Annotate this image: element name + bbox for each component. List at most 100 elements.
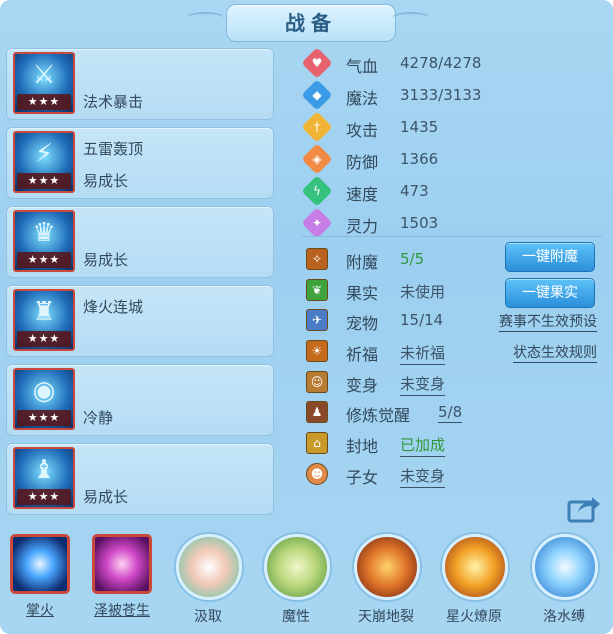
earthquake-icon <box>354 534 420 600</box>
bottom-skill-label: 汲取 <box>194 609 222 625</box>
skill-card[interactable]: ⚡ ★★★ 五雷轰顶 易成长 <box>6 127 274 199</box>
title-deco-right-icon <box>392 12 430 24</box>
skill-icon: ⚔ ★★★ <box>13 52 75 114</box>
bless-icon: ☀ <box>306 340 328 363</box>
row-value: 5/5 <box>400 250 425 268</box>
heart-icon: ♥ <box>301 47 333 79</box>
fruit-icon: ❦ <box>306 278 328 301</box>
row-label: 附魔 <box>346 253 379 272</box>
palm-fire-icon <box>10 534 70 594</box>
fief-icon: ⌂ <box>306 432 328 455</box>
stat-value: 473 <box>400 182 429 200</box>
skill-card[interactable]: ♛ ★★★ 易成长 <box>6 206 274 278</box>
bottom-skill-item[interactable]: 汲取 <box>176 534 242 626</box>
bottom-skill-item[interactable]: 洛水缚 <box>532 534 598 626</box>
skill-name: 五雷轰顶 <box>83 140 144 158</box>
row-label: 变身 <box>346 375 379 395</box>
stat-value: 3133/3133 <box>400 86 482 104</box>
bottom-skill-label: 魔性 <box>282 609 310 625</box>
row-value[interactable]: 已加成 <box>400 434 446 458</box>
shield-icon: ◈ <box>301 143 333 175</box>
bottom-skill-label: 天崩地裂 <box>358 609 414 625</box>
stat-hp: ♥ 气血 4278/4278 <box>301 47 602 80</box>
stat-value: 1503 <box>400 214 439 232</box>
star-rating: ★★★ <box>17 173 71 189</box>
row-value[interactable]: 未变身 <box>400 465 446 488</box>
row-label: 宠物 <box>346 314 379 334</box>
skill-name: 易成长 <box>83 172 129 190</box>
panel-title: 战备 <box>285 11 337 35</box>
awaken-icon: ♟ <box>306 401 328 424</box>
equipment-panel: 战备 ⚔ ★★★ 法术暴击 ⚡ ★★★ 五雷轰顶 易成长 ♛ ★★★ 易成长 ♜… <box>0 0 613 634</box>
skill-icon: ◉ ★★★ <box>13 368 75 430</box>
water-bind-icon <box>532 534 598 600</box>
event-preset-link[interactable]: 赛事不生效预设 <box>499 311 597 333</box>
bottom-skill-label: 掌火 <box>26 603 54 619</box>
bottom-skill-item[interactable]: 泽被苍生 <box>90 534 154 620</box>
stat-mp: ◆ 魔法 3133/3133 <box>301 79 602 112</box>
row-value[interactable]: 未变身 <box>400 373 446 396</box>
stat-defense: ◈ 防御 1366 <box>301 143 602 176</box>
row-transform: ☺ 变身 未变身 <box>302 367 607 398</box>
row-value: 15/14 <box>400 311 444 330</box>
skill-card[interactable]: ◉ ★★★ 冷静 <box>6 364 274 436</box>
spirit-icon: ✦ <box>301 207 333 239</box>
bottom-skill-item[interactable]: 星火燎原 <box>442 534 508 626</box>
stat-label: 灵力 <box>346 217 379 236</box>
stat-label: 气血 <box>346 57 379 76</box>
title-tab: 战备 <box>226 4 396 42</box>
skill-name: 易成长 <box>83 488 129 506</box>
speed-icon: ϟ <box>301 175 333 207</box>
stat-value: 1435 <box>400 118 439 136</box>
row-fruit: ❦ 果实 未使用 一键果实 <box>302 275 607 308</box>
skill-list: ⚔ ★★★ 法术暴击 ⚡ ★★★ 五雷轰顶 易成长 ♛ ★★★ 易成长 ♜ ★★… <box>6 48 274 522</box>
bottom-skill-label: 星火燎原 <box>446 609 502 625</box>
skill-icon: ♛ ★★★ <box>13 210 75 272</box>
row-fief: ⌂ 封地 已加成 <box>302 428 607 459</box>
bottom-skill-item[interactable]: 魔性 <box>264 534 330 626</box>
skill-card[interactable]: ♜ ★★★ 烽火连城 <box>6 285 274 357</box>
row-value[interactable]: 未祈福 <box>400 342 446 366</box>
skill-name: 易成长 <box>83 251 129 269</box>
child-icon: ☻ <box>306 462 328 485</box>
blessing-icon <box>92 534 152 594</box>
skill-card[interactable]: ⚔ ★★★ 法术暴击 <box>6 48 274 120</box>
skill-icon: ⚡ ★★★ <box>13 131 75 193</box>
skill-icon: ♜ ★★★ <box>13 289 75 351</box>
stat-label: 速度 <box>346 185 379 204</box>
star-rating: ★★★ <box>17 410 71 426</box>
star-rating: ★★★ <box>17 252 71 268</box>
star-rating: ★★★ <box>17 489 71 505</box>
title-deco-left-icon <box>186 12 224 24</box>
row-label: 祈福 <box>346 345 379 365</box>
stat-speed: ϟ 速度 473 <box>301 175 602 208</box>
row-value[interactable]: 5/8 <box>438 403 463 424</box>
absorb-icon <box>176 534 242 600</box>
row-label: 子女 <box>346 467 379 487</box>
pet-icon: ✈ <box>306 309 328 332</box>
share-icon[interactable] <box>566 492 602 524</box>
stat-label: 魔法 <box>346 89 379 108</box>
status-rules-link[interactable]: 状态生效规则 <box>513 342 597 364</box>
setting-list: ✧ 附魔 5/5 一键附魔 ❦ 果实 未使用 一键果实 ✈ 宠物 15/14 赛… <box>302 242 607 490</box>
bottom-skill-item[interactable]: 天崩地裂 <box>354 534 420 626</box>
stat-attack: † 攻击 1435 <box>301 111 602 144</box>
one-click-enchant-button[interactable]: 一键附魔 <box>505 242 595 272</box>
row-awaken: ♟ 修炼觉醒 5/8 <box>302 397 607 428</box>
stat-label: 攻击 <box>346 121 379 140</box>
skill-icon: ♝ ★★★ <box>13 447 75 509</box>
bottom-skill-item[interactable]: 掌火 <box>8 534 72 620</box>
one-click-fruit-button[interactable]: 一键果实 <box>505 277 595 308</box>
bottom-skill-label: 洛水缚 <box>543 609 585 625</box>
star-rating: ★★★ <box>17 331 71 347</box>
star-rating: ★★★ <box>17 94 71 110</box>
bottom-skill-label: 泽被苍生 <box>94 603 150 619</box>
row-label: 封地 <box>346 437 379 457</box>
row-value: 未使用 <box>400 282 446 301</box>
skill-name: 冷静 <box>83 409 114 427</box>
skill-card[interactable]: ♝ ★★★ 易成长 <box>6 443 274 515</box>
stat-value: 4278/4278 <box>400 54 482 72</box>
divider <box>302 236 602 237</box>
row-enchant: ✧ 附魔 5/5 一键附魔 <box>302 242 607 275</box>
row-pet: ✈ 宠物 15/14 赛事不生效预设 <box>302 305 607 336</box>
